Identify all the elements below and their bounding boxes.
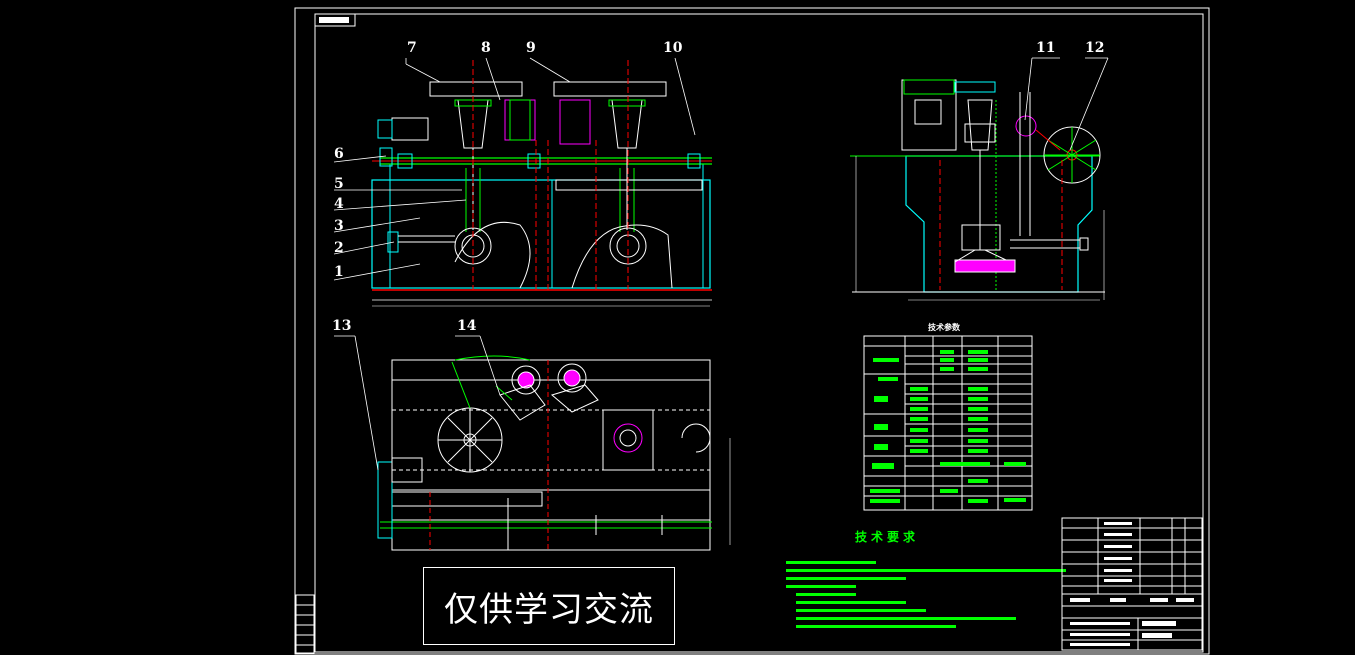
- inner-border: [314, 13, 1204, 653]
- top-callouts: [334, 335, 501, 471]
- callout-5: 5: [334, 176, 344, 192]
- watermark-box: 仅供学习交流: [423, 567, 675, 645]
- side-callouts: [1024, 57, 1109, 151]
- callout-3: 3: [334, 218, 344, 234]
- callout-2: 2: [334, 240, 344, 256]
- side-view: [850, 79, 1105, 301]
- callout-1: 1: [334, 264, 344, 280]
- watermark-text: 仅供学习交流: [444, 589, 654, 630]
- callout-9: 9: [526, 40, 536, 56]
- front-tank: [371, 179, 711, 289]
- callout-14: 14: [457, 318, 477, 334]
- sheet-border: [294, 7, 1210, 655]
- callout-8: 8: [481, 40, 491, 56]
- callout-6: 6: [334, 146, 344, 162]
- tech-requirements-title: 技术要求: [855, 529, 919, 544]
- top-view: [377, 355, 731, 551]
- title-block-text: [1070, 522, 1194, 646]
- title-block: [1061, 517, 1203, 651]
- front-view: [371, 60, 712, 307]
- tech-requirements: 技术要求: [786, 529, 1066, 628]
- callout-7: 7: [407, 40, 417, 56]
- motor-plate-left: [429, 81, 523, 97]
- corner-stamp-fill: [319, 17, 349, 23]
- callout-13: 13: [332, 318, 351, 334]
- parameters-table: 技术参数: [863, 322, 1033, 511]
- callout-11: 11: [1036, 40, 1055, 56]
- params-table-title: 技术参数: [928, 322, 961, 332]
- drawing-canvas: 7 8 9 10 6 5 4 3 2 1 11 12 13 14 技术参数 技术…: [294, 7, 1210, 655]
- callout-4: 4: [334, 196, 344, 212]
- callout-10: 10: [663, 40, 683, 56]
- callout-12: 12: [1085, 40, 1104, 56]
- motor-plate-right: [553, 81, 667, 97]
- side-strip: [295, 594, 315, 654]
